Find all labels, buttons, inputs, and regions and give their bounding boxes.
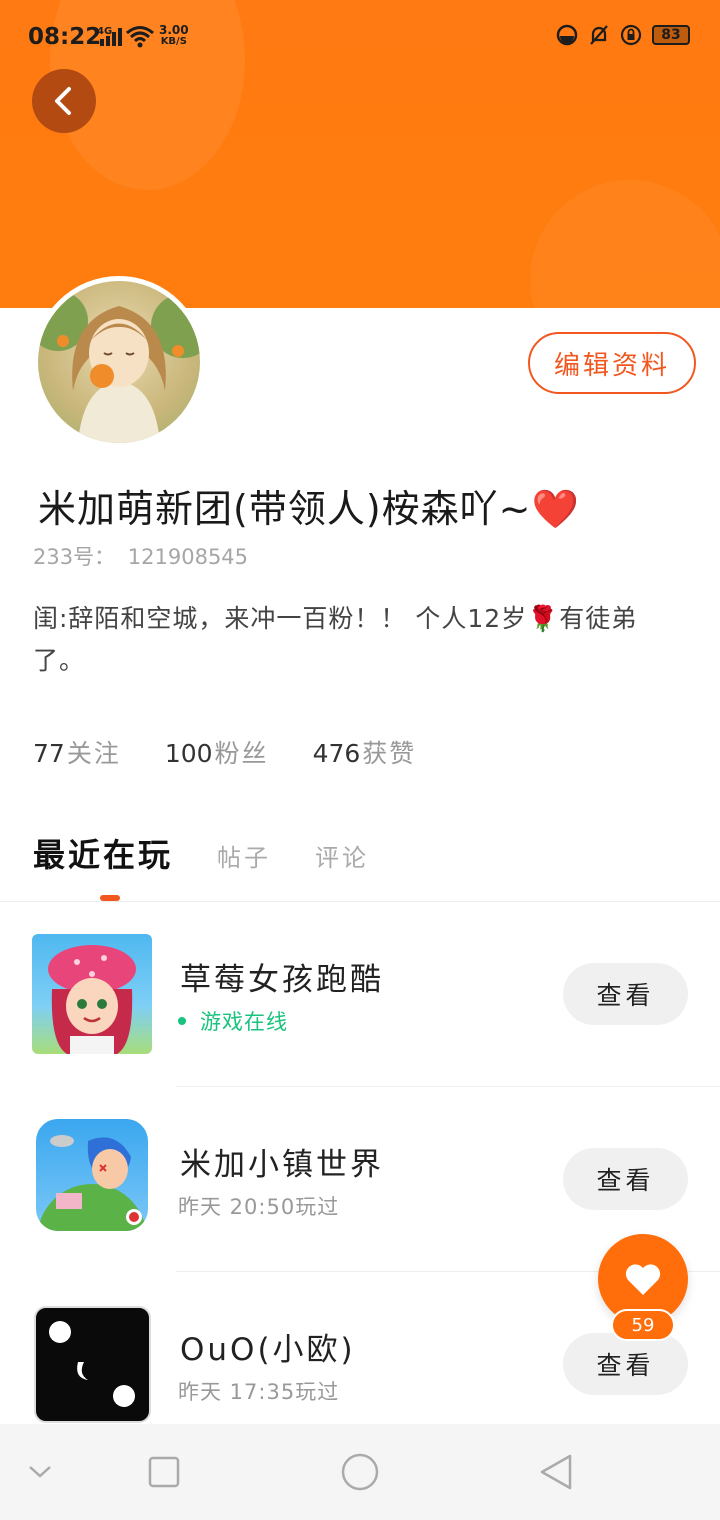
- fans-count: 100: [164, 739, 213, 768]
- wifi-icon: [126, 26, 154, 48]
- heart-icon: [625, 1264, 661, 1295]
- following-stat[interactable]: 77关注: [33, 734, 121, 770]
- signal-icon: [100, 28, 122, 46]
- decor-bubble: [530, 180, 720, 308]
- rotation-lock-icon: [620, 24, 642, 46]
- likes-stat[interactable]: 476获赞: [313, 734, 417, 770]
- profile-stats: 77关注 100粉丝 476获赞: [33, 734, 416, 770]
- game-icon-strawberry-girl: [32, 934, 152, 1054]
- back-button[interactable]: [32, 69, 96, 133]
- likes-label: 获赞: [362, 739, 417, 768]
- game-title: 草莓女孩跑酷: [180, 962, 384, 998]
- system-nav-bar: [0, 1424, 720, 1520]
- fans-label: 粉丝: [214, 739, 269, 768]
- status-time: 08:22: [28, 24, 102, 50]
- tab-posts[interactable]: 帖子: [217, 838, 271, 873]
- uid-label: 233号：: [33, 545, 116, 569]
- fans-stat[interactable]: 100粉丝: [165, 734, 269, 770]
- game-subtitle: 昨天 20:50玩过: [178, 1195, 340, 1219]
- game-status-online: 游戏在线: [178, 1006, 288, 1036]
- avatar[interactable]: [33, 276, 205, 448]
- username: 米加萌新团(带领人)桉森吖~❤️: [38, 487, 580, 531]
- tab-recently-played[interactable]: 最近在玩: [33, 830, 173, 876]
- speed-value: 3.00: [159, 23, 189, 37]
- view-game-button[interactable]: 查看: [563, 1148, 688, 1210]
- status-bar: 08:22 4G 3.00 KB/S 83: [0, 0, 720, 72]
- following-count: 77: [33, 739, 65, 768]
- game-title: OuO(小欧): [180, 1332, 356, 1368]
- mute-bell-icon: [588, 24, 610, 46]
- speed-unit: KB/S: [160, 36, 187, 47]
- game-subtitle: 昨天 17:35玩过: [178, 1380, 340, 1404]
- nav-recents-button[interactable]: [144, 1452, 184, 1492]
- user-bio: 闺:辞陌和空城，来冲一百粉！！ 个人12岁🌹有徒弟了。: [33, 604, 638, 675]
- triangle-back-icon: [540, 1454, 572, 1490]
- game-icon-miga-town: [36, 1119, 148, 1231]
- data-saver-icon: [556, 24, 578, 46]
- edit-profile-button[interactable]: 编辑资料: [528, 332, 696, 394]
- game-icon-ouo: [34, 1306, 151, 1423]
- uid-value: 121908545: [127, 545, 249, 569]
- network-speed: 3.00 KB/S: [159, 24, 189, 48]
- status-icons: 83: [556, 24, 690, 46]
- user-id: 233号： 121908545: [33, 541, 248, 571]
- battery-indicator: 83: [652, 25, 690, 45]
- nav-home-button[interactable]: [340, 1452, 380, 1492]
- nav-hide-button[interactable]: [20, 1452, 60, 1492]
- nav-back-button[interactable]: [536, 1452, 576, 1492]
- game-subtitle: 游戏在线: [200, 1010, 288, 1034]
- view-game-button[interactable]: 查看: [563, 1333, 688, 1395]
- online-dot-icon: [178, 1017, 186, 1025]
- following-label: 关注: [66, 739, 121, 768]
- chevron-down-icon: [29, 1466, 51, 1478]
- like-count-badge: 59: [611, 1309, 675, 1341]
- chevron-left-icon: [55, 87, 71, 115]
- content-tabs: 最近在玩 帖子 评论: [33, 830, 413, 876]
- circle-icon: [341, 1453, 379, 1491]
- game-list-item[interactable]: 草莓女孩跑酷 游戏在线 查看: [0, 902, 720, 1088]
- tab-comments[interactable]: 评论: [315, 838, 369, 873]
- view-game-button[interactable]: 查看: [563, 963, 688, 1025]
- likes-count: 476: [312, 739, 361, 768]
- avatar-image: [38, 281, 200, 443]
- game-title: 米加小镇世界: [180, 1147, 384, 1183]
- square-icon: [148, 1456, 180, 1488]
